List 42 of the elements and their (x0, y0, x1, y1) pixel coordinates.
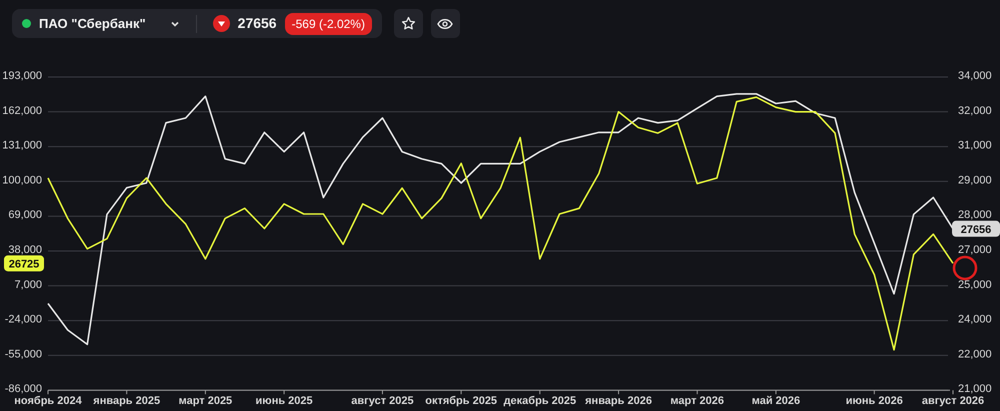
axis-label: март 2025 (178, 395, 232, 408)
axis-label: 34,000 (958, 70, 992, 82)
axis-label: 193,000 (2, 70, 42, 82)
axis-label: 31,000 (958, 140, 992, 152)
axis-label: октябрь 2025 (425, 395, 498, 408)
axis-label: 22,000 (958, 348, 992, 360)
axis-label: 27,000 (958, 244, 992, 256)
last-value-label: 26725 (4, 255, 44, 272)
axis-label: март 2026 (670, 395, 724, 408)
axis-label: июнь 2025 (256, 395, 313, 408)
axis-label: -86,000 (4, 383, 42, 396)
highlight-circle (952, 256, 978, 280)
axis-label: июнь 2026 (846, 395, 903, 408)
axis-label: август 2026 (922, 395, 984, 408)
axis-label: ноябрь 2024 (14, 395, 82, 408)
instrument-name: ПАО "Сбербанк" (39, 14, 146, 33)
price-change: -569 (-2.02%) (284, 12, 372, 34)
axis-label: 29,000 (958, 174, 992, 186)
axis-label: январь 2026 (585, 395, 652, 408)
axis-label: 162,000 (2, 104, 42, 117)
axis-label: -24,000 (4, 314, 42, 326)
axis-label: -55,000 (4, 348, 42, 360)
axis-label: январь 2025 (93, 395, 160, 408)
axis-label: 131,000 (2, 140, 42, 152)
favorite-button[interactable] (394, 9, 423, 38)
axis-label: 38,000 (8, 244, 42, 256)
axis-label: август 2025 (351, 395, 414, 408)
axis-label: декабрь 2025 (504, 395, 576, 408)
axis-label: 28,000 (958, 209, 992, 222)
eye-icon (437, 18, 454, 30)
axis-label: 69,000 (8, 209, 42, 222)
axis-label: 24,000 (958, 314, 992, 326)
price: 27656 (238, 14, 277, 33)
watch-button[interactable] (430, 9, 460, 38)
axis-label: 32,000 (958, 104, 992, 117)
axis-label: 21,000 (958, 383, 992, 396)
last-value-label: 27656 (952, 220, 1000, 237)
star-icon (400, 16, 416, 31)
axis-label: 25,000 (958, 278, 992, 291)
axis-label: 100,000 (2, 174, 42, 186)
axis-label: май 2026 (752, 395, 800, 408)
axis-label: 7,000 (14, 278, 42, 291)
